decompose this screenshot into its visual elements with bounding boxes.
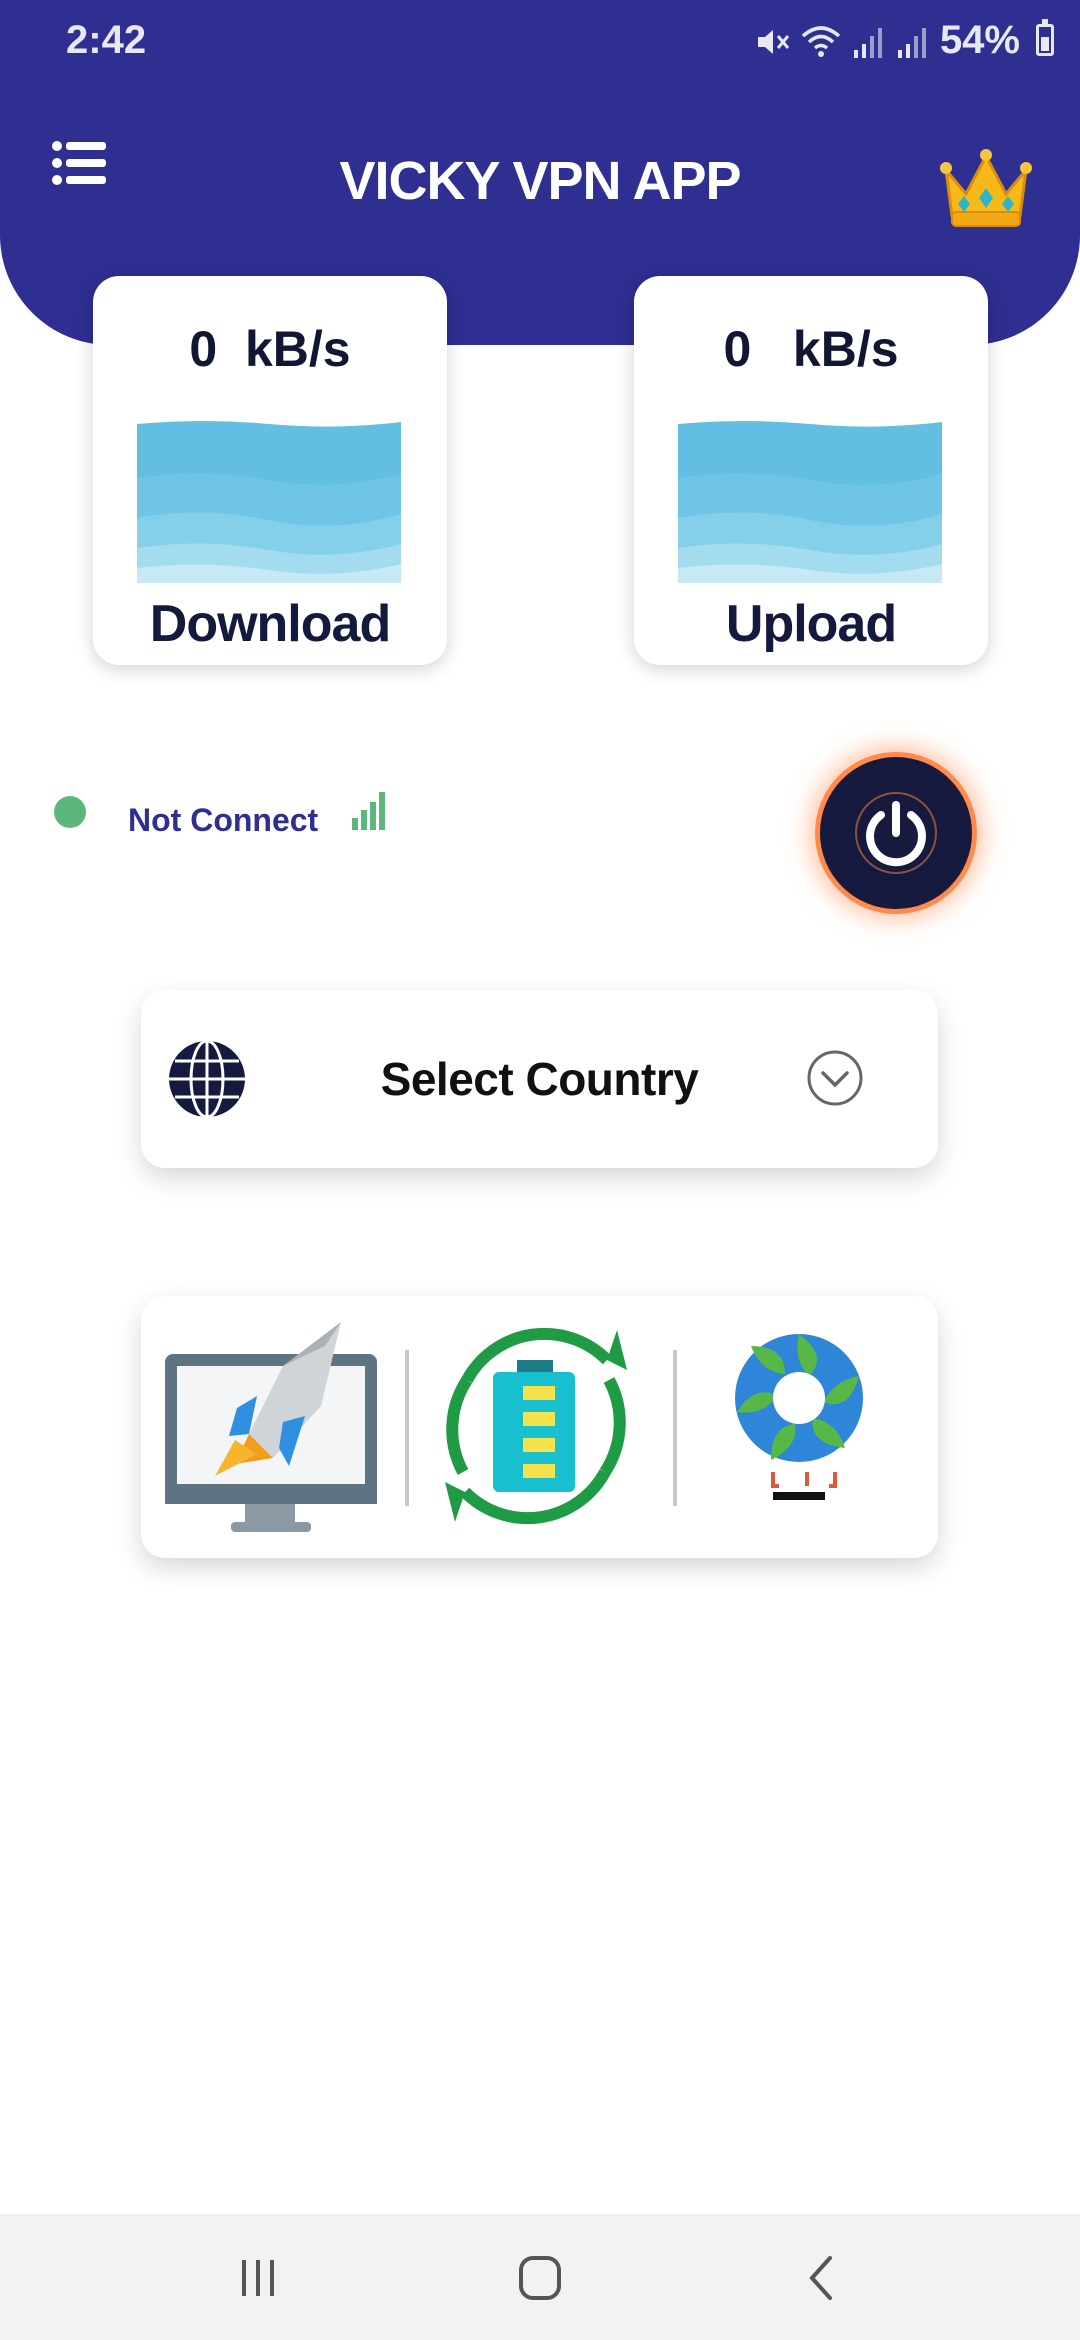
app-title: VICKY VPN APP	[339, 151, 741, 211]
select-country-dropdown[interactable]: Select Country	[141, 990, 938, 1168]
rocket-booster-icon[interactable]	[165, 1316, 383, 1536]
recents-icon[interactable]	[228, 2250, 288, 2306]
download-label: Download	[149, 595, 391, 653]
download-card: 0 kB/s Download	[93, 276, 447, 665]
mute-icon	[758, 30, 790, 54]
status-time: 2:42	[66, 18, 147, 62]
tools-card	[141, 1296, 938, 1558]
battery-percent: 54%	[939, 18, 1020, 62]
battery-charging-icon	[1036, 19, 1054, 56]
upload-card: 0 kB/s Upload	[634, 276, 988, 665]
tool-divider	[405, 1350, 409, 1506]
signal-icon	[854, 28, 882, 58]
connection-status-dot	[54, 796, 86, 828]
home-icon[interactable]	[510, 2250, 570, 2306]
download-speed: 0 kB/s	[189, 321, 351, 377]
system-nav-bar	[0, 2214, 1080, 2340]
cpu-cooler-icon[interactable]	[689, 1316, 909, 1536]
status-bar: 2:42 54%	[0, 0, 1080, 82]
wifi-icon	[801, 26, 841, 57]
upload-speed: 0 kB/s	[723, 321, 899, 377]
tool-divider	[673, 1350, 677, 1506]
battery-saver-icon[interactable]	[427, 1316, 645, 1536]
upload-label: Upload	[725, 595, 897, 653]
power-button[interactable]	[820, 757, 972, 909]
signal-strength-icon	[352, 792, 385, 830]
signal-icon	[898, 28, 926, 58]
upload-wave-graphic	[678, 421, 942, 583]
chevron-down-icon[interactable]	[805, 1048, 865, 1108]
power-icon	[855, 792, 937, 874]
back-icon[interactable]	[792, 2250, 852, 2306]
download-wave-graphic	[137, 421, 401, 583]
connection-status-text: Not Connect	[128, 802, 319, 838]
crown-icon[interactable]	[938, 148, 1034, 230]
status-icons	[754, 20, 930, 64]
